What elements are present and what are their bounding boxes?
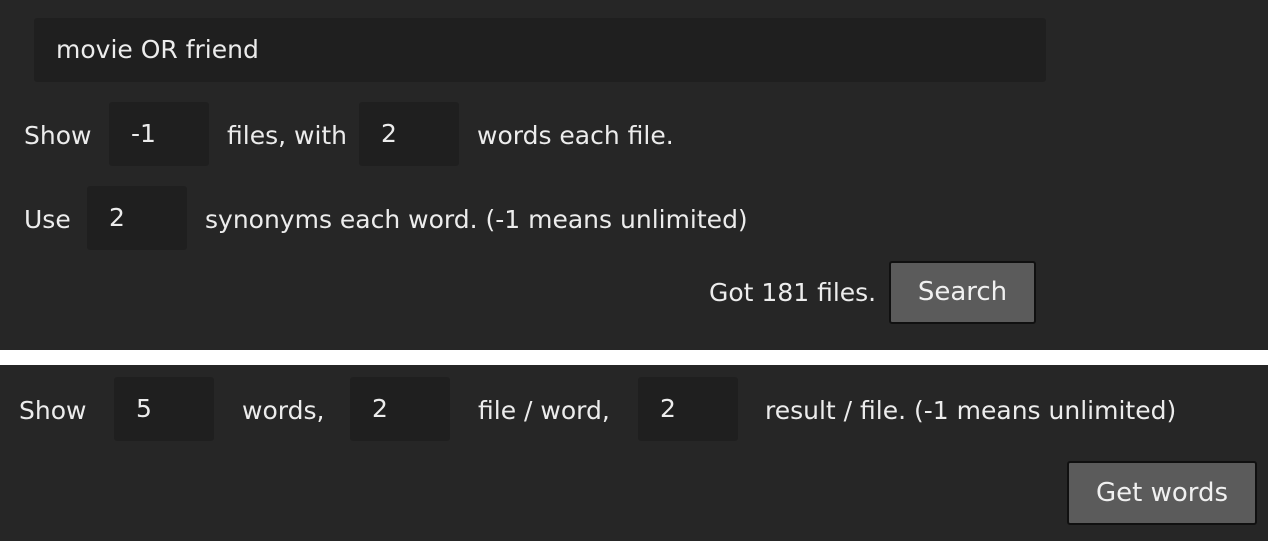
get-words-panel: Show 5 words, 2 file / word, 2 result / … [0,365,1268,541]
synonyms-each-word-label: synonyms each word. (-1 means unlimited) [205,205,748,234]
query-input[interactable]: movie OR friend [34,18,1046,82]
files-count-input[interactable]: -1 [109,102,209,166]
file-per-word-label: file / word, [478,396,610,425]
files-with-label: files, with [227,121,348,150]
words-label: words, [242,396,325,425]
words-count-input[interactable]: 5 [114,377,214,441]
use-label: Use [24,205,71,234]
file-per-word-input[interactable]: 2 [350,377,450,441]
synonyms-input[interactable]: 2 [87,186,187,250]
search-panel: movie OR friend Show -1 files, with 2 wo… [0,0,1268,350]
show-words-label: Show [19,396,87,425]
search-button[interactable]: Search [889,261,1036,324]
get-words-button[interactable]: Get words [1067,461,1257,525]
result-per-file-label: result / file. (-1 means unlimited) [765,396,1177,425]
words-each-file-label: words each file. [477,121,674,150]
result-per-file-input[interactable]: 2 [638,377,738,441]
words-per-file-input[interactable]: 2 [359,102,459,166]
show-files-label: Show [24,121,92,150]
search-status-text: Got 181 files. [709,278,877,307]
